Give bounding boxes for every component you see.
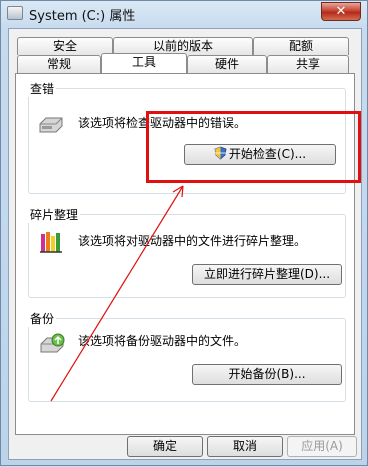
annotation-arrow-icon <box>50 185 184 402</box>
properties-window: System (C:) 属性 ✕ 安全 以前的版本 配额 常规 工具 硬件 共享… <box>0 0 368 466</box>
